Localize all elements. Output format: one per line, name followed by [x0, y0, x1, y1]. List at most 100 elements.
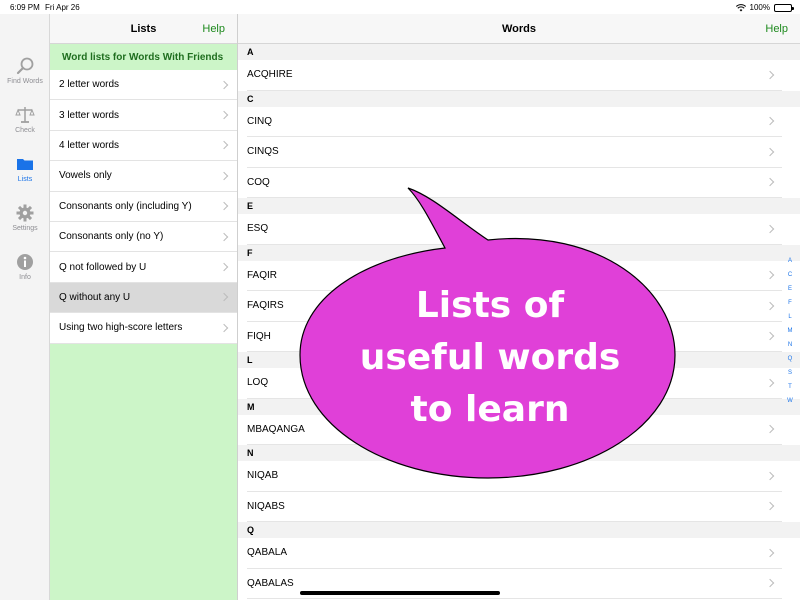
- section-header: F: [238, 244, 800, 261]
- tab-label: Lists: [17, 176, 33, 183]
- bubble-line: useful words: [359, 337, 621, 378]
- index-letter[interactable]: T: [784, 380, 796, 394]
- index-letter[interactable]: E: [784, 282, 796, 296]
- list-item-label: 4 letter words: [59, 139, 120, 151]
- chevron-right-icon: [765, 70, 775, 79]
- words-help-button[interactable]: Help: [765, 23, 788, 35]
- status-bar: 6:09 PM Fri Apr 26 100%: [0, 0, 800, 14]
- word-row[interactable]: NIQAB: [247, 461, 782, 492]
- chevron-right-icon: [765, 224, 775, 233]
- section-header: N: [238, 445, 800, 461]
- tab-rail: Find Words Check Lists Settings Info: [0, 14, 50, 600]
- tab-find-words[interactable]: Find Words: [0, 56, 50, 85]
- chevron-right-icon: [765, 332, 775, 341]
- tab-settings[interactable]: Settings: [0, 203, 50, 232]
- wifi-icon: [735, 3, 746, 11]
- word-label: CINQS: [247, 146, 279, 158]
- status-time: 6:09 PM: [10, 3, 40, 12]
- list-item[interactable]: 3 letter words: [50, 100, 237, 131]
- word-label: CINQ: [247, 115, 272, 127]
- list-item-label: Consonants only (no Y): [59, 231, 164, 243]
- list-item[interactable]: Q without any U: [50, 282, 237, 314]
- lists-help-button[interactable]: Help: [202, 23, 225, 35]
- chevron-right-icon: [765, 579, 775, 588]
- chevron-right-icon: [765, 271, 775, 280]
- chevron-right-icon: [765, 301, 775, 310]
- list-item[interactable]: Consonants only (including Y): [50, 191, 237, 222]
- tab-label: Find Words: [7, 78, 43, 85]
- word-row[interactable]: NIQABS: [247, 492, 782, 522]
- chevron-right-icon: [219, 110, 229, 120]
- word-row[interactable]: CINQS: [247, 137, 782, 168]
- word-row[interactable]: COQ: [247, 168, 782, 198]
- word-label: FAQIRS: [247, 300, 284, 312]
- section-index[interactable]: ACEFLMNQSTW: [784, 254, 796, 408]
- list-item[interactable]: Consonants only (no Y): [50, 221, 237, 253]
- word-row[interactable]: ACQHIRE: [247, 60, 782, 91]
- list-item-label: 2 letter words: [59, 79, 120, 91]
- index-letter[interactable]: C: [784, 268, 796, 282]
- section-header: E: [238, 198, 800, 214]
- word-label: NIQABS: [247, 500, 285, 512]
- status-date: Fri Apr 26: [45, 3, 80, 12]
- word-label: QABALA: [247, 547, 288, 559]
- chevron-right-icon: [219, 323, 229, 333]
- chevron-right-icon: [765, 378, 775, 387]
- list-item-label: Q not followed by U: [59, 261, 147, 273]
- chevron-right-icon: [765, 548, 775, 557]
- word-label: COQ: [247, 176, 270, 188]
- list-item-label: Q without any U: [59, 291, 131, 303]
- tab-label: Settings: [12, 225, 38, 232]
- tab-lists[interactable]: Lists: [0, 154, 50, 183]
- words-navbar: Words Help: [238, 14, 800, 44]
- info-icon: [17, 254, 33, 270]
- battery-percent: 100%: [749, 3, 770, 12]
- index-letter[interactable]: Q: [784, 352, 796, 366]
- index-letter[interactable]: S: [784, 366, 796, 380]
- scales-icon: [15, 107, 35, 123]
- list-item[interactable]: Using two high-score letters: [50, 313, 237, 344]
- word-row[interactable]: ESQ: [247, 214, 782, 245]
- words-title: Words: [501, 23, 537, 35]
- index-letter[interactable]: A: [784, 254, 796, 268]
- magnifier-icon: [16, 57, 34, 75]
- lists-items: 2 letter words 3 letter words 4 letter wor…: [50, 70, 237, 344]
- word-label: ESQ: [247, 223, 269, 235]
- lists-navbar: Lists Help: [50, 14, 237, 44]
- index-letter[interactable]: L: [784, 310, 796, 324]
- tab-info[interactable]: Info: [0, 252, 50, 281]
- index-letter[interactable]: W: [784, 394, 796, 408]
- word-row[interactable]: CINQ: [247, 107, 782, 137]
- list-item[interactable]: 2 letter words: [50, 70, 237, 101]
- list-item[interactable]: 4 letter words: [50, 130, 237, 162]
- list-item[interactable]: Q not followed by U: [50, 252, 237, 283]
- chevron-right-icon: [765, 471, 775, 480]
- chevron-right-icon: [765, 147, 775, 156]
- tab-check[interactable]: Check: [0, 105, 50, 134]
- bubble-line: to learn: [410, 389, 570, 430]
- word-label: NIQAB: [247, 470, 279, 482]
- list-item-label: Using two high-score letters: [59, 322, 183, 334]
- list-item-label: 3 letter words: [59, 109, 120, 121]
- chevron-right-icon: [219, 293, 229, 302]
- speech-bubble-text: Lists of useful words to learn: [340, 280, 640, 436]
- chevron-right-icon: [765, 117, 775, 126]
- chevron-right-icon: [219, 171, 229, 181]
- chevron-right-icon: [219, 232, 229, 241]
- word-row[interactable]: QABALA: [247, 538, 782, 569]
- lists-panel: Lists Help Word lists for Words With Fri…: [50, 14, 238, 600]
- home-indicator[interactable]: [300, 591, 500, 595]
- index-letter[interactable]: F: [784, 296, 796, 310]
- index-letter[interactable]: N: [784, 338, 796, 352]
- word-label: ACQHIRE: [247, 69, 293, 81]
- status-right: 100%: [735, 3, 794, 12]
- word-label: LOQ: [247, 377, 269, 389]
- chevron-right-icon: [765, 502, 775, 511]
- chevron-right-icon: [219, 141, 229, 150]
- lists-header: Word lists for Words With Friends: [50, 44, 237, 70]
- index-letter[interactable]: M: [784, 324, 796, 338]
- section-header: C: [238, 90, 800, 107]
- folder-icon: [17, 159, 33, 170]
- chevron-right-icon: [219, 202, 229, 211]
- list-item[interactable]: Vowels only: [50, 161, 237, 192]
